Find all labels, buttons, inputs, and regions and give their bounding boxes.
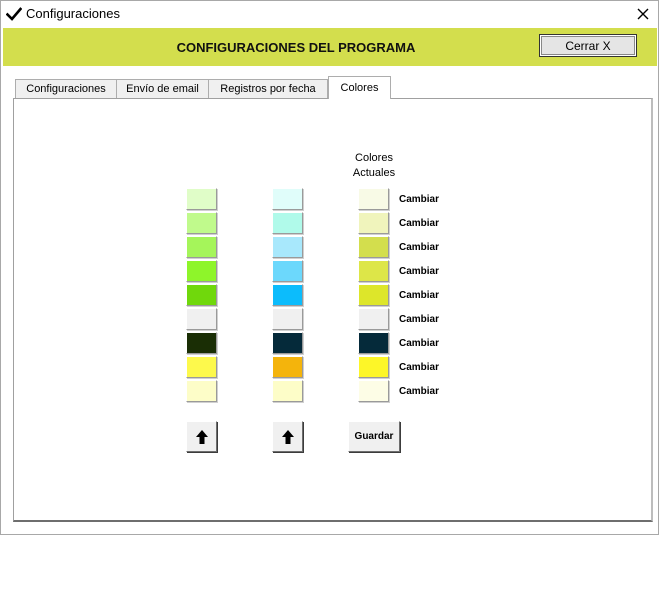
cambiar-button[interactable]: Cambiar bbox=[399, 266, 439, 277]
palette-a-swatch[interactable] bbox=[186, 332, 217, 354]
palette-b-swatch[interactable] bbox=[272, 260, 303, 282]
palette-b-swatch[interactable] bbox=[272, 308, 303, 330]
cambiar-button[interactable]: Cambiar bbox=[399, 338, 439, 349]
palette-b-swatch[interactable] bbox=[272, 188, 303, 210]
arrow-up-icon bbox=[281, 429, 294, 444]
cambiar-button[interactable]: Cambiar bbox=[399, 290, 439, 301]
cambiar-button[interactable]: Cambiar bbox=[399, 242, 439, 253]
guardar-label: Guardar bbox=[354, 431, 394, 442]
cambiar-button[interactable]: Cambiar bbox=[399, 194, 439, 205]
palette-b-swatch[interactable] bbox=[272, 356, 303, 378]
current-color-swatch[interactable] bbox=[358, 356, 389, 378]
palette-a-swatch[interactable] bbox=[186, 284, 217, 306]
current-color-swatch[interactable] bbox=[358, 212, 389, 234]
cambiar-button[interactable]: Cambiar bbox=[399, 314, 439, 325]
tab-colores[interactable]: Colores bbox=[328, 76, 391, 99]
colores-header-line2: Actuales bbox=[352, 167, 396, 179]
colores-actuales-header: Colores Actuales bbox=[346, 151, 402, 181]
current-color-swatch[interactable] bbox=[358, 284, 389, 306]
close-icon[interactable] bbox=[634, 5, 652, 23]
arrow-up-icon bbox=[195, 429, 208, 444]
palette-b-swatch[interactable] bbox=[272, 236, 303, 258]
current-color-swatch[interactable] bbox=[358, 260, 389, 282]
palette-a-swatch[interactable] bbox=[186, 380, 217, 402]
palette-a-swatch[interactable] bbox=[186, 308, 217, 330]
current-color-swatch[interactable] bbox=[358, 236, 389, 258]
window-title: Configuraciones bbox=[26, 6, 120, 21]
colores-panel bbox=[13, 98, 653, 522]
palette-b-swatch[interactable] bbox=[272, 284, 303, 306]
cambiar-button[interactable]: Cambiar bbox=[399, 386, 439, 397]
palette-a-swatch[interactable] bbox=[186, 260, 217, 282]
palette-b-swatch[interactable] bbox=[272, 380, 303, 402]
palette-a-swatch[interactable] bbox=[186, 188, 217, 210]
page-title: CONFIGURACIONES DEL PROGRAMA bbox=[176, 40, 416, 55]
tab-configuraciones[interactable]: Configuraciones bbox=[15, 79, 117, 98]
window-titlebar: Configuraciones bbox=[1, 1, 658, 27]
palette-a-swatch[interactable] bbox=[186, 356, 217, 378]
tab-registros-por-fecha[interactable]: Registros por fecha bbox=[208, 79, 328, 98]
configuraciones-window: Configuraciones CONFIGURACIONES DEL PROG… bbox=[0, 0, 659, 535]
guardar-button[interactable]: Guardar bbox=[348, 421, 400, 452]
current-color-swatch[interactable] bbox=[358, 188, 389, 210]
current-color-swatch[interactable] bbox=[358, 380, 389, 402]
apply-palette-b-button[interactable] bbox=[272, 421, 303, 452]
colores-header-line1: Colores bbox=[355, 152, 393, 164]
current-color-swatch[interactable] bbox=[358, 308, 389, 330]
program-header: CONFIGURACIONES DEL PROGRAMA Cerrar X bbox=[3, 28, 657, 66]
current-color-swatch[interactable] bbox=[358, 332, 389, 354]
palette-a-swatch[interactable] bbox=[186, 236, 217, 258]
palette-b-swatch[interactable] bbox=[272, 212, 303, 234]
apply-palette-a-button[interactable] bbox=[186, 421, 217, 452]
palette-a-swatch[interactable] bbox=[186, 212, 217, 234]
cambiar-button[interactable]: Cambiar bbox=[399, 218, 439, 229]
checkmark-icon bbox=[6, 7, 22, 21]
cerrar-button[interactable]: Cerrar X bbox=[539, 34, 637, 57]
tab-envio-email[interactable]: Envío de email bbox=[116, 79, 209, 98]
cambiar-button[interactable]: Cambiar bbox=[399, 362, 439, 373]
palette-b-swatch[interactable] bbox=[272, 332, 303, 354]
